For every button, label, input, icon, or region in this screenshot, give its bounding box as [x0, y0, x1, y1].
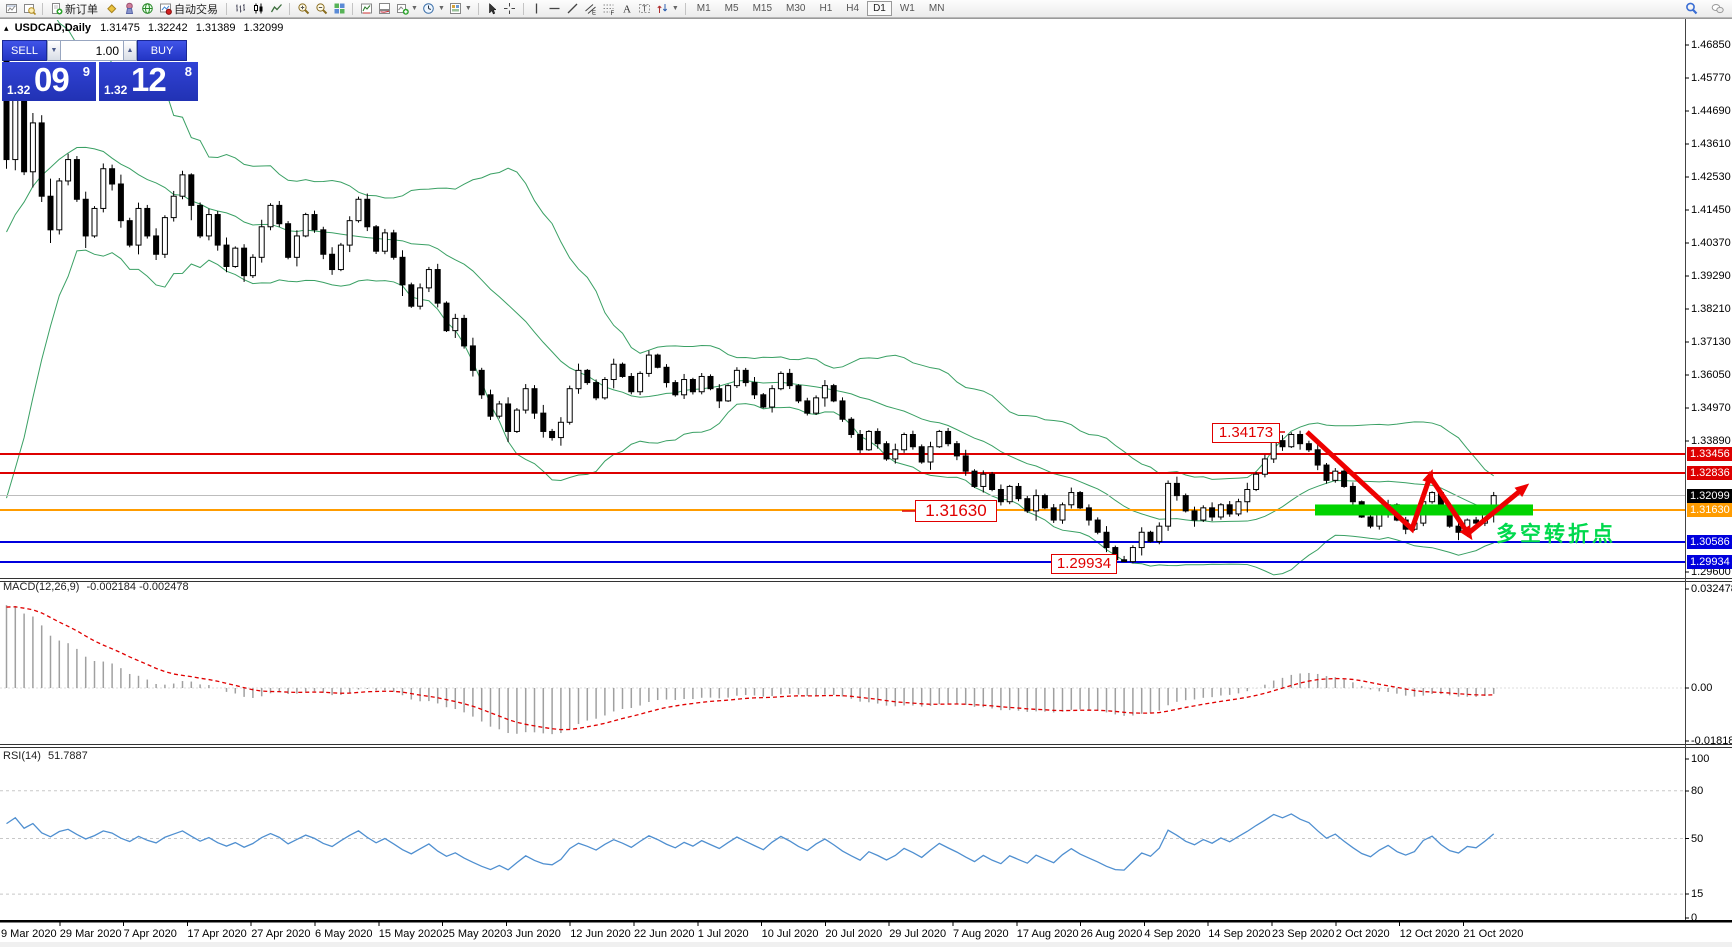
date-axis-label: 7 Aug 2020 [953, 928, 1009, 940]
macd-header: MACD(12,26,9) -0.002184 -0.002478 [3, 581, 189, 593]
macd-values: -0.002184 -0.002478 [86, 581, 188, 593]
rsi-axis-label: 15 [1691, 888, 1703, 900]
bid-prefix: 1.32 [7, 83, 30, 97]
one-click-trading-panel: SELL ▼ ▲ BUY 1.32 09 9 1.32 12 8 [2, 40, 198, 101]
symbol-period-label: USDCAD,Daily [15, 22, 91, 34]
date-axis-label: 29 Mar 2020 [60, 928, 122, 940]
date-axis-label: 14 Sep 2020 [1208, 928, 1270, 940]
price-axis-tick-label: 1.39290 [1691, 270, 1731, 282]
date-axis-label: 15 May 2020 [379, 928, 443, 940]
price-axis-tick-label: 1.37130 [1691, 336, 1731, 348]
date-axis-label: 2 Oct 2020 [1336, 928, 1390, 940]
mt4-terminal-window: { "toolbar": { "new_order_label": "新订单",… [0, 0, 1732, 947]
rsi-header: RSI(14) 51.7887 [3, 750, 88, 762]
rsi-title: RSI(14) [3, 750, 41, 762]
macd-axis-label: -0.018182 [1691, 735, 1732, 747]
date-axis-label: 21 Oct 2020 [1463, 928, 1523, 940]
macd-axis-label: 0.00 [1691, 682, 1712, 694]
high-value: 1.32242 [148, 22, 188, 34]
date-axis-label: 4 Sep 2020 [1144, 928, 1200, 940]
price-axis-tick-label: 1.34970 [1691, 402, 1731, 414]
ask-pip-digit: 8 [185, 64, 192, 79]
date-axis-label: 12 Oct 2020 [1400, 928, 1460, 940]
candles-group [4, 50, 1496, 563]
price-callout-label[interactable]: 1.29934 [1051, 554, 1117, 574]
macd-title: MACD(12,26,9) [3, 581, 79, 593]
macd-axis-label: 0.032478 [1691, 583, 1732, 595]
rsi-axis-label: 100 [1691, 753, 1709, 765]
sell-button[interactable]: SELL [2, 40, 47, 61]
date-axis-label: 29 Jul 2020 [889, 928, 946, 940]
rsi-value: 51.7887 [48, 750, 88, 762]
price-callout-label[interactable]: 1.34173 [1212, 423, 1280, 443]
level-price-badge: 1.32836 [1687, 466, 1732, 480]
panel-borders [0, 19, 1732, 923]
date-axis-label: 10 Jul 2020 [762, 928, 819, 940]
date-axis-label: 17 Aug 2020 [1017, 928, 1079, 940]
date-axis-label: 3 Jun 2020 [506, 928, 560, 940]
chart-title: ▴ USDCAD,Daily 1.31475 1.32242 1.31389 1… [4, 22, 288, 34]
level-price-badge: 1.31630 [1687, 503, 1732, 517]
buy-price-button[interactable]: 1.32 12 8 [99, 62, 198, 101]
price-callout-label[interactable]: 1.31630 [915, 500, 997, 522]
expand-icon[interactable]: ▴ [4, 23, 9, 33]
price-axis-tick-label: 1.46850 [1691, 39, 1731, 51]
date-axis-label: 6 May 2020 [315, 928, 372, 940]
open-value: 1.31475 [100, 22, 140, 34]
lot-increase-button[interactable]: ▲ [123, 40, 137, 61]
date-axis-label: 7 Apr 2020 [124, 928, 177, 940]
bid-big-digits: 09 [34, 61, 69, 99]
current-price-badge: 1.32099 [1687, 489, 1732, 503]
price-axis-tick-label: 1.45770 [1691, 72, 1731, 84]
bollinger-bands [7, 0, 1494, 575]
date-axis-label: 23 Sep 2020 [1272, 928, 1334, 940]
price-axis-tick-label: 1.42530 [1691, 171, 1731, 183]
level-price-badge: 1.33456 [1687, 447, 1732, 461]
lot-size-input[interactable] [61, 40, 123, 61]
rsi-axis-label: 80 [1691, 785, 1703, 797]
price-axis-tick-label: 1.41450 [1691, 204, 1731, 216]
low-value: 1.31389 [196, 22, 236, 34]
date-axis-label: 27 Apr 2020 [251, 928, 310, 940]
price-axis-tick-label: 1.38210 [1691, 303, 1731, 315]
date-axis[interactable] [0, 922, 1463, 926]
date-axis-label: 25 May 2020 [443, 928, 507, 940]
date-axis-label: 12 Jun 2020 [570, 928, 631, 940]
price-chart-canvas[interactable] [0, 0, 1732, 947]
rsi-indicator [0, 791, 1685, 894]
rsi-axis-label: 0 [1691, 912, 1697, 924]
date-axis-label: 17 Apr 2020 [187, 928, 246, 940]
bull-bear-turning-point-annotation[interactable]: 多空转折点 [1496, 518, 1616, 548]
date-axis-label: 22 Jun 2020 [634, 928, 695, 940]
window-bottom-edge [0, 942, 1732, 947]
lot-decrease-button[interactable]: ▼ [47, 40, 61, 61]
date-axis-label: 20 Jul 2020 [825, 928, 882, 940]
close-value: 1.32099 [244, 22, 284, 34]
price-axis-tick-label: 1.40370 [1691, 237, 1731, 249]
macd-indicator [0, 605, 1685, 734]
date-axis-label: 9 Mar 2020 [1, 928, 57, 940]
price-axis-tick-label: 1.36050 [1691, 369, 1731, 381]
price-axis-tick-label: 1.43610 [1691, 138, 1731, 150]
date-axis-label: 26 Aug 2020 [1081, 928, 1143, 940]
ask-big-digits: 12 [131, 61, 166, 99]
ask-prefix: 1.32 [104, 83, 127, 97]
buy-button[interactable]: BUY [137, 40, 187, 61]
bid-pip-digit: 9 [83, 64, 90, 79]
rsi-axis-label: 50 [1691, 833, 1703, 845]
price-axis-tick-label: 1.44690 [1691, 105, 1731, 117]
price-axis-tick-label: 1.33890 [1691, 435, 1731, 447]
sell-price-button[interactable]: 1.32 09 9 [2, 62, 96, 101]
level-price-badge: 1.30586 [1687, 535, 1732, 549]
level-price-badge: 1.29934 [1687, 555, 1732, 569]
date-axis-label: 1 Jul 2020 [698, 928, 749, 940]
